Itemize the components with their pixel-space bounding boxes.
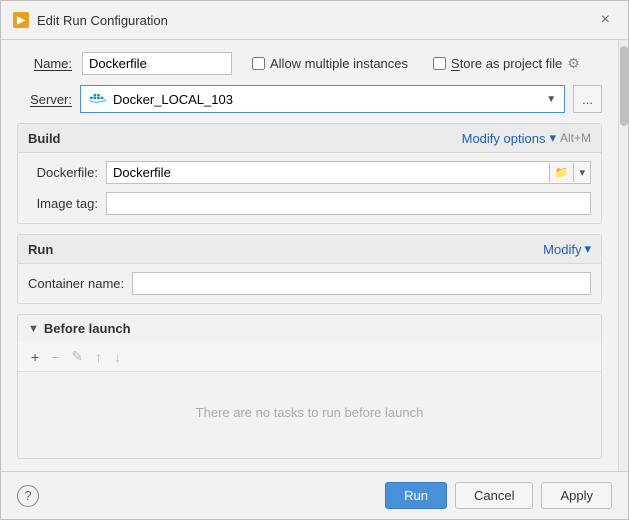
run-section-title: Run [28,242,53,257]
main-content: Name: Allow multiple instances Store as … [1,40,618,471]
before-launch-up-button[interactable]: ↑ [90,347,107,367]
help-button[interactable]: ? [17,485,39,507]
modify-options-button[interactable]: Modify options ▾ Alt+M [462,130,591,146]
name-input[interactable] [82,52,232,75]
before-launch-down-button[interactable]: ↓ [109,347,126,367]
imagetag-label: Image tag: [28,196,98,211]
before-launch-remove-button[interactable]: − [46,347,64,367]
before-launch-empty-area: There are no tasks to run before launch [18,372,601,452]
dockerfile-dropdown-button[interactable]: ▾ [573,163,590,182]
footer-buttons: Run Cancel Apply [385,482,612,509]
allow-multiple-checkbox[interactable] [252,57,265,70]
server-dropdown[interactable]: Docker_LOCAL_103 ▼ [80,85,565,113]
name-label: Name: [17,56,72,71]
server-select-left: Docker_LOCAL_103 [89,92,233,107]
modify-options-arrow: ▾ [549,130,556,146]
scrollbar-track[interactable] [618,40,628,471]
title-bar: ▶ Edit Run Configuration × [1,1,628,40]
allow-multiple-label: Allow multiple instances [270,56,408,71]
dialog-title: Edit Run Configuration [37,13,168,28]
before-launch-title: Before launch [44,321,131,336]
name-row: Name: Allow multiple instances Store as … [17,52,602,75]
modify-options-label: Modify options [462,131,546,146]
run-button[interactable]: Run [385,482,447,509]
run-modify-button[interactable]: Modify ▾ [543,241,591,257]
server-value: Docker_LOCAL_103 [113,92,233,107]
dockerfile-row: Dockerfile: 📁 ▾ [28,161,591,184]
footer: ? Run Cancel Apply [1,471,628,519]
server-more-button[interactable]: ... [573,85,602,113]
store-as-project-group: Store as project file ⚙ [433,55,580,72]
imagetag-row: Image tag: [28,192,591,215]
before-launch-header: ▼ Before launch [18,315,601,342]
build-section-body: Dockerfile: 📁 ▾ Image tag: [18,153,601,223]
container-name-label: Container name: [28,276,124,291]
store-as-project-label: Store as project file [451,56,562,71]
build-section-header: Build Modify options ▾ Alt+M [18,124,601,153]
dockerfile-folder-button[interactable]: 📁 [549,163,574,182]
build-section-title: Build [28,131,61,146]
app-icon-text: ▶ [17,15,25,26]
edit-run-configuration-dialog: ▶ Edit Run Configuration × Name: Allow m… [0,0,629,520]
before-launch-empty-text: There are no tasks to run before launch [196,405,424,420]
modify-options-shortcut: Alt+M [560,131,591,145]
cancel-button[interactable]: Cancel [455,482,533,509]
run-modify-arrow: ▾ [584,241,591,257]
before-launch-toolbar: + − ✎ ↑ ↓ [18,342,601,372]
run-section-body: Container name: [18,264,601,303]
docker-icon [89,92,107,106]
server-label: Server: [17,92,72,107]
scrollbar-thumb[interactable] [620,46,628,126]
before-launch-section: ▼ Before launch + − ✎ ↑ ↓ There are no t… [17,314,602,459]
server-row: Server: Docker_LOCAL_103 [17,85,602,113]
run-section: Run Modify ▾ Container name: [17,234,602,304]
store-label-text: Store as project file [451,56,562,71]
run-section-header: Run Modify ▾ [18,235,601,264]
apply-button[interactable]: Apply [541,482,612,509]
build-section: Build Modify options ▾ Alt+M Dockerfile:… [17,123,602,224]
store-as-project-checkbox[interactable] [433,57,446,70]
allow-multiple-group: Allow multiple instances [252,56,408,71]
title-bar-left: ▶ Edit Run Configuration [13,12,168,28]
dockerfile-input[interactable] [107,162,549,183]
before-launch-collapse-arrow[interactable]: ▼ [28,323,39,335]
dockerfile-input-group: 📁 ▾ [106,161,591,184]
main-area: Name: Allow multiple instances Store as … [1,40,628,471]
close-button[interactable]: × [595,9,616,31]
server-dropdown-arrow: ▼ [546,94,556,105]
dockerfile-label: Dockerfile: [28,165,98,180]
before-launch-edit-button[interactable]: ✎ [66,346,88,367]
run-modify-label: Modify [543,242,581,257]
container-name-row: Container name: [28,272,591,295]
imagetag-input[interactable] [106,192,591,215]
gear-icon[interactable]: ⚙ [567,55,580,72]
before-launch-add-button[interactable]: + [26,347,44,367]
app-icon: ▶ [13,12,29,28]
container-name-input[interactable] [132,272,591,295]
